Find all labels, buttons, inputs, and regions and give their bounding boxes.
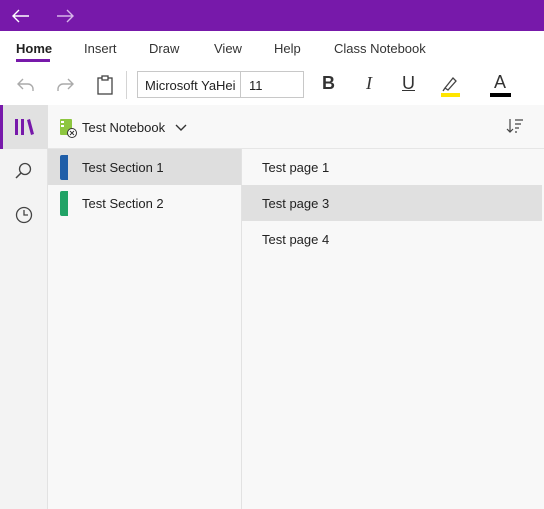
- arrow-left-icon: [12, 9, 29, 23]
- tab-draw[interactable]: Draw: [149, 41, 179, 56]
- section-label: Test Section 1: [82, 160, 164, 175]
- page-item[interactable]: Test page 3: [242, 185, 542, 221]
- font-color-swatch: [489, 93, 511, 97]
- sort-pages-button[interactable]: [506, 117, 528, 137]
- ribbon-tabs: Home Insert Draw View Help Class Noteboo…: [0, 31, 544, 65]
- forward-button[interactable]: [54, 5, 76, 27]
- font-color-button[interactable]: A: [486, 71, 514, 99]
- home-toolbar: Microsoft YaHei 11 B I U A: [0, 65, 544, 105]
- toolbar-separator: [126, 71, 127, 99]
- search-button[interactable]: [0, 149, 48, 193]
- notebook-picker[interactable]: Test Notebook: [48, 105, 198, 149]
- title-bar: [0, 0, 544, 31]
- redo-button[interactable]: [51, 71, 79, 99]
- section-label: Test Section 2: [82, 196, 164, 211]
- font-color-label: A: [493, 72, 506, 92]
- active-tab-indicator: [16, 59, 50, 62]
- paste-button[interactable]: [91, 71, 119, 99]
- chevron-down-icon: [175, 124, 187, 131]
- highlight-button[interactable]: [436, 71, 464, 99]
- page-label: Test page 3: [262, 196, 330, 211]
- sort-icon: [506, 119, 523, 133]
- recent-notes-button[interactable]: [0, 193, 48, 237]
- page-label: Test page 1: [262, 160, 330, 175]
- notebook-sync-error-icon: [60, 119, 77, 138]
- clock-icon: [15, 206, 33, 224]
- pages-list: Test page 1 Test page 3 Test page 4: [242, 149, 544, 509]
- sections-list: Test Section 1 Test Section 2: [48, 149, 242, 509]
- back-button[interactable]: [10, 5, 32, 27]
- tab-insert[interactable]: Insert: [84, 41, 117, 56]
- clipboard-icon: [97, 75, 113, 95]
- tab-view[interactable]: View: [214, 41, 242, 56]
- notebook-title: Test Notebook: [82, 120, 166, 135]
- italic-button[interactable]: I: [366, 73, 372, 94]
- search-icon: [15, 162, 32, 179]
- section-item[interactable]: Test Section 2: [48, 185, 241, 221]
- section-color-tab: [60, 155, 68, 180]
- font-name-input[interactable]: Microsoft YaHei: [137, 71, 241, 98]
- highlighter-icon: [441, 77, 460, 97]
- bold-button[interactable]: B: [322, 73, 335, 94]
- undo-button[interactable]: [12, 71, 40, 99]
- tab-help[interactable]: Help: [274, 41, 301, 56]
- notebooks-button[interactable]: [0, 105, 48, 149]
- font-size-input[interactable]: 11: [240, 71, 304, 98]
- page-item[interactable]: Test page 1: [242, 149, 542, 185]
- notebook-header: Test Notebook: [48, 105, 544, 149]
- underline-button[interactable]: U: [402, 73, 415, 94]
- navigation-rail: [0, 105, 48, 509]
- library-icon: [15, 119, 34, 135]
- undo-icon: [17, 78, 34, 91]
- section-item[interactable]: Test Section 1: [48, 149, 241, 185]
- tab-class-notebook[interactable]: Class Notebook: [334, 41, 426, 56]
- rail-active-indicator: [0, 105, 3, 149]
- arrow-right-icon: [57, 9, 74, 23]
- redo-icon: [57, 78, 74, 91]
- tab-home[interactable]: Home: [16, 41, 52, 56]
- page-label: Test page 4: [262, 232, 330, 247]
- page-item[interactable]: Test page 4: [242, 221, 542, 257]
- section-color-tab: [60, 191, 68, 216]
